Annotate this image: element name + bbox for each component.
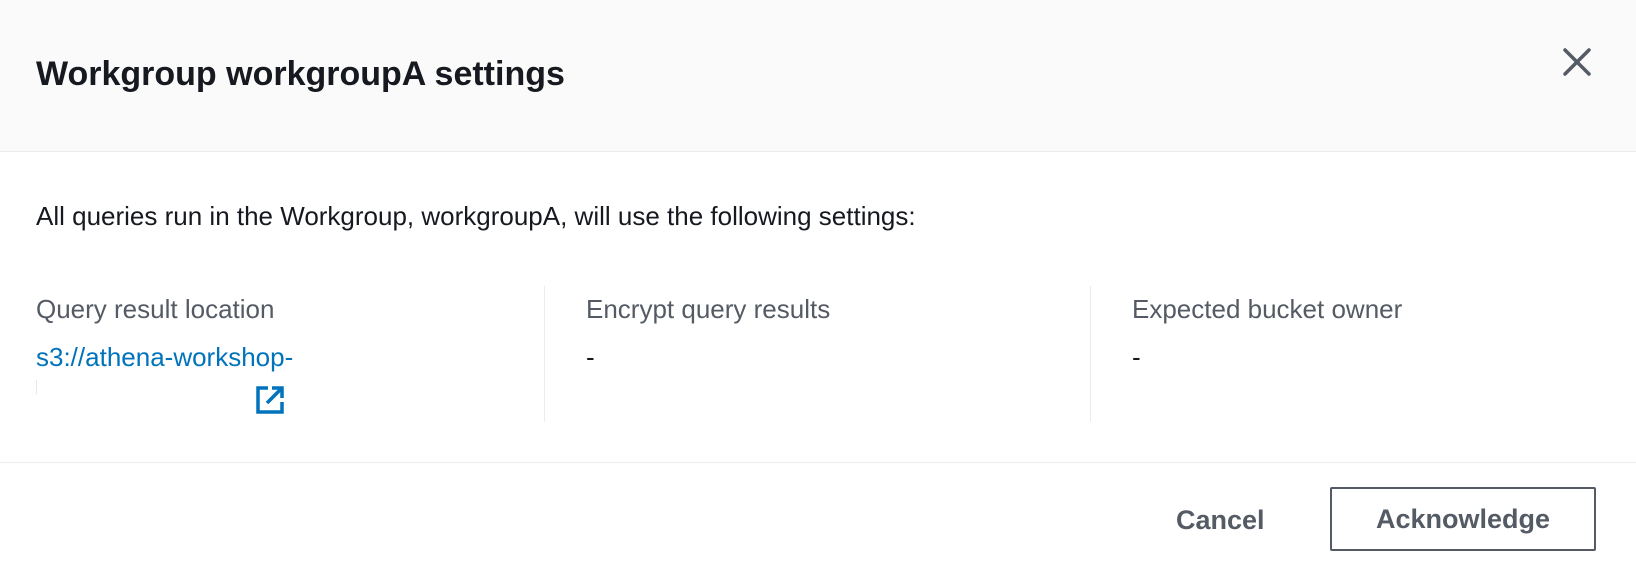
footer-divider [0, 462, 1636, 463]
close-icon [1563, 48, 1591, 76]
expected-bucket-owner-value: - [1132, 342, 1141, 372]
workgroup-settings-dialog: Workgroup workgroupA settings All querie… [0, 0, 1636, 574]
query-result-location-section: Query result location s3://athena-worksh… [36, 286, 544, 422]
dialog-intro-text: All queries run in the Workgroup, workgr… [36, 201, 916, 231]
external-link-icon[interactable] [254, 384, 286, 416]
close-button[interactable] [1555, 40, 1599, 84]
cancel-button[interactable]: Cancel [1160, 496, 1281, 544]
expected-bucket-owner-label: Expected bucket owner [1132, 294, 1403, 324]
encrypt-query-results-value: - [586, 342, 595, 372]
encrypt-query-results-section: Encrypt query results - [544, 286, 1090, 422]
acknowledge-button[interactable]: Acknowledge [1330, 487, 1596, 551]
encrypt-query-results-label: Encrypt query results [586, 294, 831, 324]
dialog-header: Workgroup workgroupA settings [0, 0, 1636, 152]
redacted-link-continuation [36, 380, 250, 394]
expected-bucket-owner-section: Expected bucket owner - [1090, 286, 1590, 422]
dialog-title: Workgroup workgroupA settings [36, 55, 565, 93]
query-result-location-link[interactable]: s3://athena-workshop- [36, 340, 544, 374]
query-result-location-label: Query result location [36, 294, 275, 324]
